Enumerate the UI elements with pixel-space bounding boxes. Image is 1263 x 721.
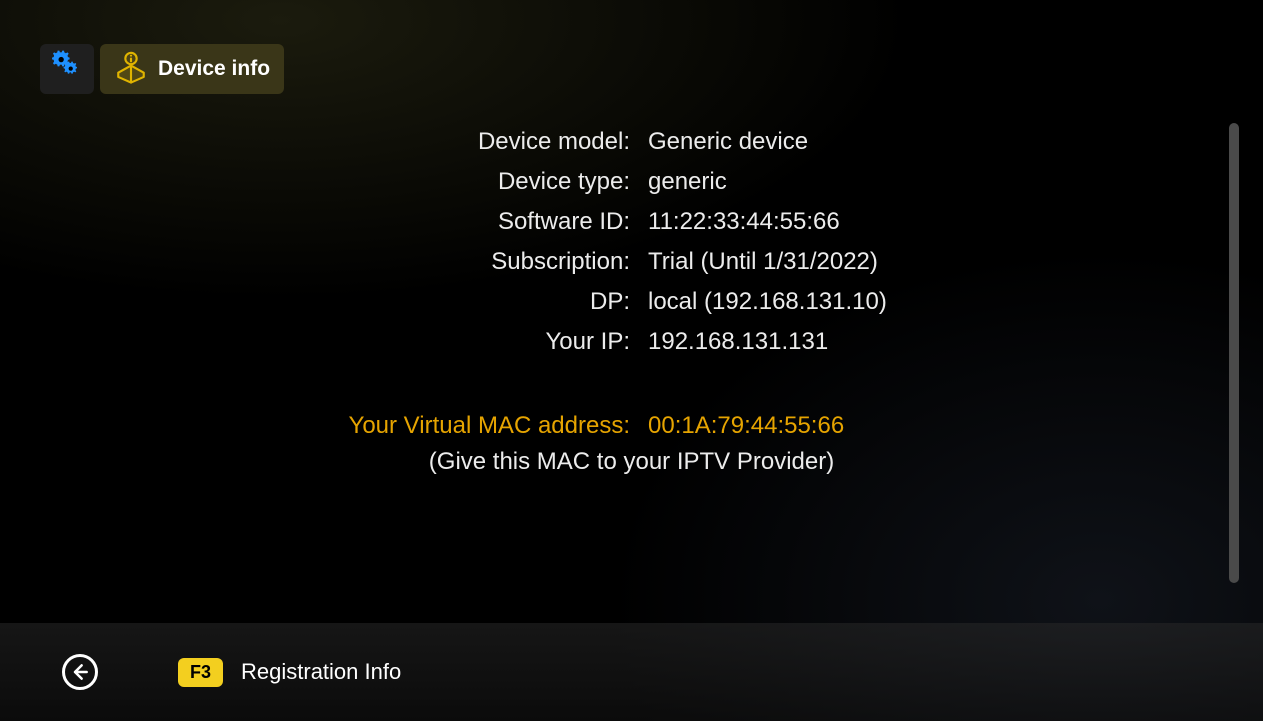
note-give-mac: (Give this MAC to your IPTV Provider) xyxy=(40,448,1223,476)
label-subscription: Subscription: xyxy=(40,248,630,276)
label-dp: DP: xyxy=(40,288,630,316)
value-software-id: 11:22:33:44:55:66 xyxy=(648,208,1223,236)
registration-info-label: Registration Info xyxy=(241,659,401,685)
back-arrow-icon xyxy=(62,654,98,690)
value-subscription: Trial (Until 1/31/2022) xyxy=(648,248,1223,276)
label-virtual-mac: Your Virtual MAC address: xyxy=(40,412,630,440)
value-virtual-mac: 00:1A:79:44:55:66 xyxy=(648,412,1223,440)
tab-device-info-label: Device info xyxy=(158,57,270,81)
tab-device-info[interactable]: Device info xyxy=(100,44,284,94)
value-your-ip: 192.168.131.131 xyxy=(648,328,1223,356)
value-device-model: Generic device xyxy=(648,128,1223,156)
label-software-id: Software ID: xyxy=(40,208,630,236)
registration-info-hint[interactable]: F3 Registration Info xyxy=(178,658,401,687)
label-device-model: Device model: xyxy=(40,128,630,156)
info-grid: Device model: Generic device Device type… xyxy=(40,128,1223,440)
label-device-type: Device type: xyxy=(40,168,630,196)
back-button[interactable] xyxy=(0,623,160,721)
label-your-ip: Your IP: xyxy=(40,328,630,356)
bottom-bar: F3 Registration Info xyxy=(0,623,1263,721)
value-dp: local (192.168.131.10) xyxy=(648,288,1223,316)
gear-icon xyxy=(50,50,84,89)
tab-settings[interactable] xyxy=(40,44,94,94)
content: Device model: Generic device Device type… xyxy=(40,128,1223,476)
scrollbar[interactable] xyxy=(1229,123,1239,583)
value-device-type: generic xyxy=(648,168,1223,196)
device-info-icon xyxy=(114,50,148,89)
tabs: Device info xyxy=(40,44,284,94)
f3-key-badge: F3 xyxy=(178,658,223,687)
